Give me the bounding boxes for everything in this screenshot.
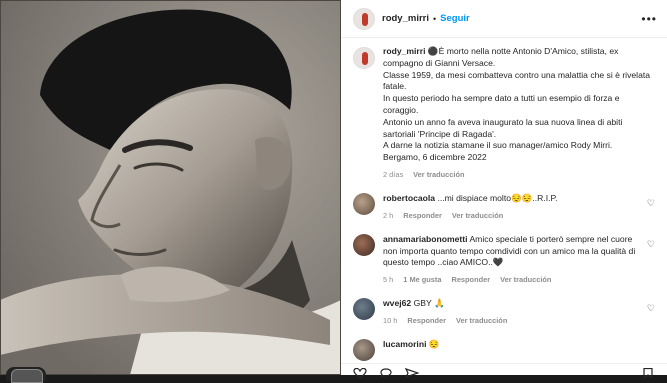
commenter-avatar[interactable] xyxy=(353,338,375,361)
translate-link[interactable]: Ver traducción xyxy=(456,316,507,325)
author-username[interactable]: rody_mirri xyxy=(382,13,429,24)
reply-button[interactable]: Responder xyxy=(407,316,446,325)
reply-button[interactable]: Responder xyxy=(403,211,442,220)
caption-text: rody_mirri ⚫️È morto nella notte Antonio… xyxy=(383,46,655,164)
prev-post-avatar[interactable] xyxy=(6,367,46,383)
comment-like-heart-icon[interactable]: ♡ xyxy=(647,198,655,209)
header-separator: • xyxy=(433,13,437,24)
commenter-avatar[interactable] xyxy=(353,192,375,215)
comment-like-heart-icon[interactable]: ♡ xyxy=(647,239,655,250)
comment-icon[interactable] xyxy=(379,365,393,379)
caption-line: A darne la notizia stamane il suo manage… xyxy=(383,140,613,151)
comment-time: 10 h xyxy=(383,315,398,325)
comment-text: wvej62 GBY 🙏 xyxy=(383,298,655,310)
caption-translate-link[interactable]: Ver traducción xyxy=(413,170,464,179)
caption-avatar[interactable] xyxy=(353,47,375,69)
share-icon[interactable] xyxy=(404,365,420,379)
caption-time: 2 días xyxy=(383,169,404,179)
comment-text: annamariabonometti Amico speciale ti por… xyxy=(383,234,655,269)
comment-body: GBY 🙏 xyxy=(413,298,445,309)
post-photo[interactable] xyxy=(0,0,341,375)
comment-like-heart-icon[interactable]: ♡ xyxy=(647,303,655,314)
commenter-username[interactable]: annamariabonometti xyxy=(383,234,468,244)
caption-row: rody_mirri ⚫️È morto nella notte Antonio… xyxy=(353,46,655,179)
comment-body: ...mi dispiace molto😔😔..R.I.P. xyxy=(437,192,558,203)
caption-line: Classe 1959, da mesi combatteva contro u… xyxy=(383,69,651,92)
comment-time: 5 h xyxy=(383,275,394,285)
portrait-image xyxy=(0,0,341,375)
comments-scroll-area[interactable]: rody_mirri ⚫️È morto nella notte Antonio… xyxy=(341,38,667,375)
post-header: rody_mirri • Seguir ••• xyxy=(341,0,667,38)
post-viewer: rody_mirri • Seguir ••• rody_mirri ⚫️È m… xyxy=(0,0,667,383)
commenter-avatar[interactable] xyxy=(353,298,375,321)
comment-item: annamariabonometti Amico speciale ti por… xyxy=(353,233,655,284)
heart-icon[interactable] xyxy=(353,365,367,379)
translate-link[interactable]: Ver traducción xyxy=(452,211,503,220)
post-sidebar: rody_mirri • Seguir ••• rody_mirri ⚫️È m… xyxy=(341,0,667,380)
comment-time: 2 h xyxy=(383,210,394,220)
author-avatar[interactable] xyxy=(353,7,375,30)
comment-meta: 2 h Responder Ver traducción xyxy=(383,211,655,220)
comment-text: lucamorini 😔 xyxy=(383,339,655,351)
commenter-avatar[interactable] xyxy=(353,233,375,256)
bookmark-icon[interactable] xyxy=(641,365,655,380)
reply-button[interactable]: Responder xyxy=(451,275,490,284)
caption-meta: 2 días Ver traducción xyxy=(383,170,655,179)
caption-line: Antonio un anno fa aveva inaugurato la s… xyxy=(383,116,623,139)
action-bar xyxy=(341,363,667,380)
comment-meta: 10 h Responder Ver traducción xyxy=(383,316,655,325)
commenter-username[interactable]: wvej62 xyxy=(383,298,411,308)
caption-line: In questo periodo ha sempre dato a tutti… xyxy=(383,93,620,115)
comment-text: robertocaola ...mi dispiace molto😔😔..R.I… xyxy=(383,193,655,205)
caption-username[interactable]: rody_mirri xyxy=(383,46,426,56)
comment-meta: 5 h 1 Me gusta Responder Ver traducción xyxy=(383,275,655,284)
translate-link[interactable]: Ver traducción xyxy=(500,275,551,284)
follow-button[interactable]: Seguir xyxy=(440,13,470,24)
commenter-username[interactable]: lucamorini xyxy=(383,339,426,349)
comment-likes[interactable]: 1 Me gusta xyxy=(403,275,441,284)
comment-item: wvej62 GBY 🙏 10 h Responder Ver traducci… xyxy=(353,298,655,325)
comment-body: 😔 xyxy=(428,338,440,349)
comment-item: robertocaola ...mi dispiace molto😔😔..R.I… xyxy=(353,192,655,220)
caption-line: Bergamo, 6 dicembre 2022 xyxy=(383,152,487,163)
more-options-icon[interactable]: ••• xyxy=(641,12,657,26)
commenter-username[interactable]: robertocaola xyxy=(383,193,435,203)
comment-item: lucamorini 😔 xyxy=(353,338,655,361)
